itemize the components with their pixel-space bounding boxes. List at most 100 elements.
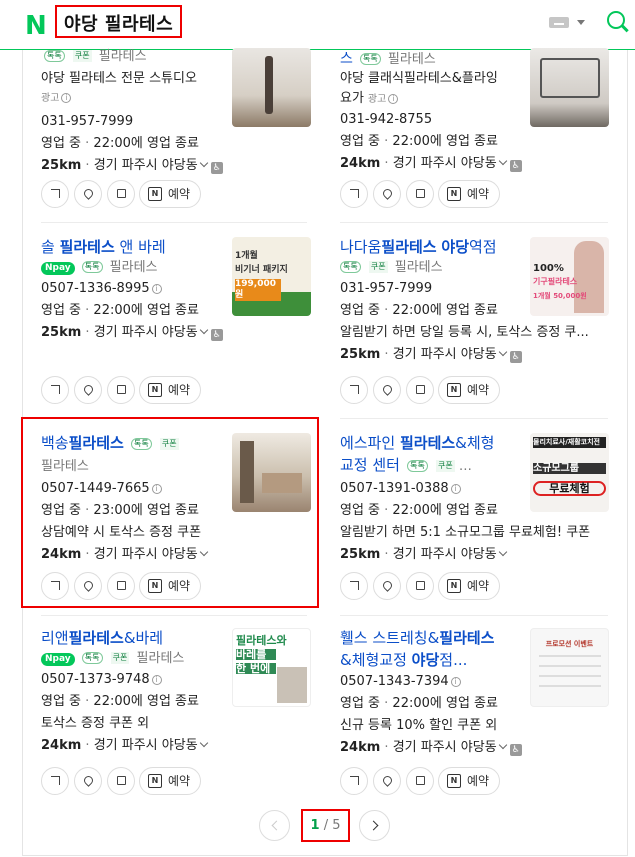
address[interactable]: 경기 파주시 야당동 (94, 547, 198, 562)
map-button[interactable] (74, 180, 102, 208)
place-name-cont[interactable]: 교정 센터 (340, 456, 400, 474)
naver-reserve-icon: N (148, 774, 162, 788)
share-button[interactable] (406, 572, 434, 600)
map-button[interactable] (373, 180, 401, 208)
open-status: 영업 중 (340, 696, 381, 711)
info-icon[interactable]: i (388, 94, 399, 104)
prev-page-button[interactable] (259, 810, 290, 841)
address[interactable]: 경기 파주시 야당동 (393, 347, 497, 362)
next-page-button[interactable] (359, 810, 390, 841)
directions-button[interactable] (41, 767, 69, 795)
share-button[interactable] (107, 572, 135, 600)
directions-button[interactable] (340, 767, 368, 795)
reserve-button[interactable]: N 예약 (139, 376, 201, 404)
reserve-label: 예약 (467, 383, 490, 397)
address[interactable]: 경기 파주시 야당동 (393, 547, 497, 562)
place-thumbnail[interactable]: 1개월 비기너 패키지 199,000원 (232, 237, 311, 316)
directions-button[interactable] (41, 180, 69, 208)
map-pin-icon (82, 187, 95, 200)
info-icon[interactable]: i (151, 284, 162, 294)
address[interactable]: 경기 파주시 야당동 (94, 738, 198, 753)
reserve-button[interactable]: N 예약 (139, 180, 201, 208)
action-buttons: N 예약 (41, 767, 211, 795)
map-button[interactable] (74, 767, 102, 795)
place-description-cont[interactable]: 요가 (340, 91, 364, 106)
reserve-button[interactable]: N 예약 (139, 767, 201, 795)
place-category: 필라테스 (109, 260, 158, 275)
naver-logo[interactable]: N (25, 11, 47, 41)
promo-text[interactable]: 알림받기 하면 당일 등록 시, 토삭스 증정 쿠... (340, 322, 610, 344)
share-button[interactable] (107, 180, 135, 208)
search-query[interactable]: 야당 필라테스 (55, 5, 183, 38)
chevron-down-icon[interactable] (498, 547, 507, 557)
map-button[interactable] (373, 572, 401, 600)
chevron-down-icon[interactable] (199, 547, 208, 557)
directions-button[interactable] (340, 572, 368, 600)
talk-badge: 톡톡 (81, 652, 103, 664)
directions-button[interactable] (41, 376, 69, 404)
reserve-button[interactable]: N 예약 (139, 572, 201, 600)
chevron-down-icon[interactable] (498, 347, 507, 357)
map-button[interactable] (74, 376, 102, 404)
share-button[interactable] (107, 767, 135, 795)
place-thumbnail[interactable]: 필라테스와 바레를 한 번에 (232, 628, 311, 707)
share-icon (416, 189, 425, 198)
distance: 25km (340, 547, 381, 562)
info-icon[interactable]: i (151, 675, 162, 685)
share-button[interactable] (406, 180, 434, 208)
info-icon[interactable]: i (151, 484, 162, 494)
place-name[interactable]: 백송필라테스 (41, 434, 124, 452)
place-thumbnail[interactable]: 물리치료사/재활코치전 소규모그룹 무료체험 (530, 433, 609, 512)
place-thumbnail[interactable]: 프로모션 이벤트 (530, 628, 609, 707)
ad-label: 광고 (367, 94, 387, 105)
wheelchair-icon: ♿ (210, 329, 223, 341)
chevron-down-icon[interactable] (498, 740, 507, 750)
chevron-down-icon[interactable] (498, 156, 507, 166)
directions-button[interactable] (340, 180, 368, 208)
address[interactable]: 경기 파주시 야당동 (94, 325, 198, 340)
distance: 24km (340, 156, 381, 171)
place-category: 필라테스 (387, 52, 436, 66)
caret-down-icon[interactable] (577, 20, 585, 25)
action-buttons: N 예약 (340, 572, 510, 600)
keyboard-icon[interactable] (549, 17, 569, 28)
reserve-button[interactable]: N 예약 (438, 572, 500, 600)
search-icon[interactable] (607, 11, 625, 29)
place-thumbnail[interactable] (232, 48, 311, 127)
promo-text[interactable]: 토삭스 증정 쿠폰 외 (41, 713, 307, 735)
place-thumbnail[interactable]: 100% 기구필라테스 1개월 50,000원 (530, 237, 609, 316)
reserve-button[interactable]: N 예약 (438, 376, 500, 404)
chevron-down-icon[interactable] (199, 738, 208, 748)
info-icon[interactable]: i (450, 484, 461, 494)
naver-reserve-icon: N (447, 579, 461, 593)
directions-button[interactable] (340, 376, 368, 404)
map-button[interactable] (74, 572, 102, 600)
info-icon[interactable]: i (61, 93, 72, 103)
info-icon[interactable]: i (450, 677, 461, 687)
chevron-down-icon[interactable] (199, 158, 208, 168)
directions-button[interactable] (41, 572, 69, 600)
place-thumbnail[interactable] (232, 433, 311, 512)
coupon-badge: 쿠폰 (72, 50, 92, 62)
thumb-text: 1개월 50,000원 (533, 292, 587, 300)
address[interactable]: 경기 파주시 야당동 (393, 740, 497, 755)
chevron-down-icon[interactable] (199, 325, 208, 335)
distance: 24km (41, 547, 82, 562)
place-phone: 0507-1336-8995 (41, 281, 150, 296)
share-button[interactable] (406, 767, 434, 795)
promo-text[interactable]: 알림받기 하면 5:1 소규모그룹 무료체험! 쿠폰 (340, 522, 610, 544)
place-thumbnail[interactable] (530, 48, 609, 127)
share-button[interactable] (406, 376, 434, 404)
reserve-button[interactable]: N 예약 (438, 767, 500, 795)
open-status: 영업 중 (340, 134, 381, 149)
promo-text[interactable]: 신규 등록 10% 할인 쿠폰 외 (340, 715, 606, 737)
share-button[interactable] (107, 376, 135, 404)
distance: 24km (41, 738, 82, 753)
map-button[interactable] (373, 376, 401, 404)
reserve-button[interactable]: N 예약 (438, 180, 500, 208)
address[interactable]: 경기 파주시 야당동 (393, 156, 497, 171)
map-button[interactable] (373, 767, 401, 795)
promo-text[interactable]: 상담예약 시 토삭스 증정 쿠폰 (41, 522, 307, 544)
address[interactable]: 경기 파주시 야당동 (94, 158, 198, 173)
place-name[interactable]: 스 (340, 51, 353, 66)
